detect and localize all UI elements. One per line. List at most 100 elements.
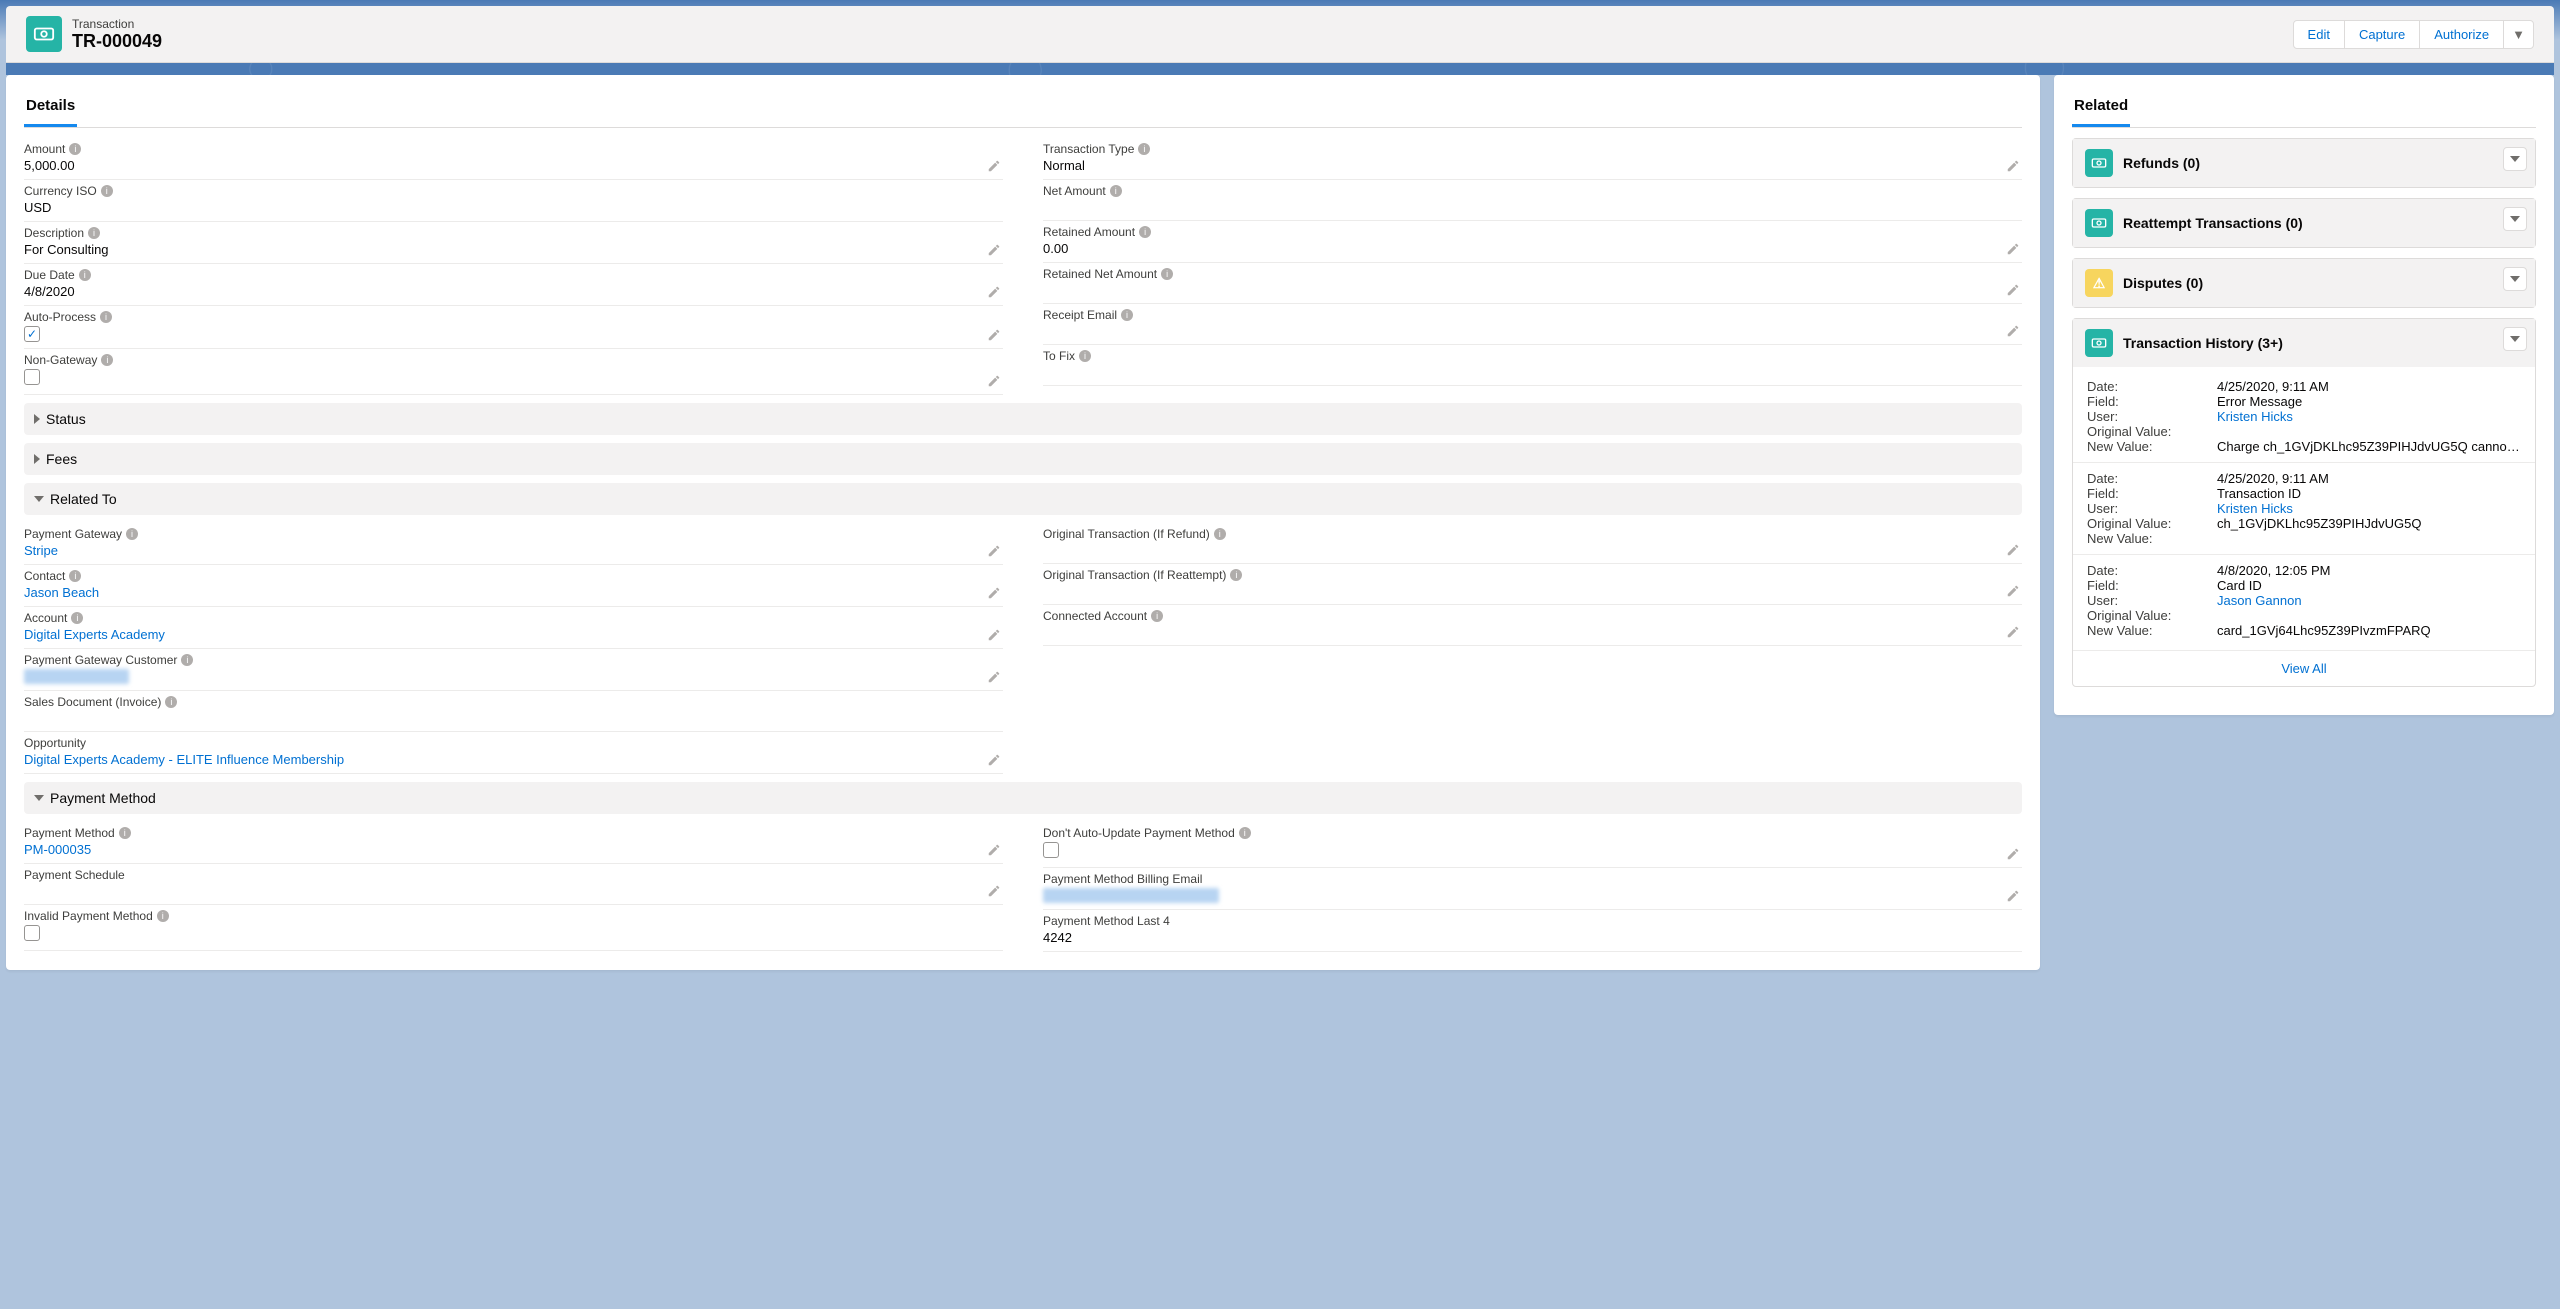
related-dropdown-button[interactable] <box>2503 267 2527 291</box>
edit-pencil-icon[interactable] <box>2006 324 2020 338</box>
authorize-button[interactable]: Authorize <box>2419 20 2504 49</box>
section-status-label: Status <box>46 411 86 427</box>
history-title: Transaction History (3+) <box>2123 335 2283 351</box>
edit-pencil-icon[interactable] <box>987 670 1001 684</box>
info-icon[interactable]: i <box>88 227 100 239</box>
description-value: For Consulting <box>24 240 1003 261</box>
transaction-type-label: Transaction Type <box>1043 142 1134 156</box>
section-payment-method[interactable]: Payment Method <box>24 782 2022 814</box>
field-net-amount: Net Amounti <box>1043 180 2022 221</box>
history-newv-label: New Value: <box>2087 531 2217 546</box>
history-header[interactable]: Transaction History (3+) <box>2073 319 2535 367</box>
amount-label: Amount <box>24 142 65 156</box>
field-pm-last4: Payment Method Last 4 4242 <box>1043 910 2022 952</box>
info-icon[interactable]: i <box>1161 268 1173 280</box>
edit-pencil-icon[interactable] <box>987 843 1001 857</box>
tab-details[interactable]: Details <box>24 93 77 127</box>
edit-pencil-icon[interactable] <box>987 628 1001 642</box>
sales-doc-value <box>24 709 1003 729</box>
field-account: Accounti Digital Experts Academy <box>24 607 1003 649</box>
pm-billing-email-label: Payment Method Billing Email <box>1043 872 1202 886</box>
history-field-value: Transaction ID <box>2217 486 2521 501</box>
history-item: Date:4/25/2020, 9:11 AM Field:Error Mess… <box>2073 371 2535 462</box>
dont-auto-update-checkbox[interactable] <box>1043 842 1059 858</box>
payment-schedule-label: Payment Schedule <box>24 868 125 882</box>
info-icon[interactable]: i <box>1214 528 1226 540</box>
info-icon[interactable]: i <box>1239 827 1251 839</box>
history-user-link[interactable]: Jason Gannon <box>2217 593 2302 608</box>
info-icon[interactable]: i <box>126 528 138 540</box>
info-icon[interactable]: i <box>1139 226 1151 238</box>
info-icon[interactable]: i <box>165 696 177 708</box>
opportunity-label: Opportunity <box>24 736 86 750</box>
info-icon[interactable]: i <box>69 570 81 582</box>
info-icon[interactable]: i <box>1110 185 1122 197</box>
info-icon[interactable]: i <box>157 910 169 922</box>
edit-button[interactable]: Edit <box>2293 20 2345 49</box>
edit-pencil-icon[interactable] <box>987 159 1001 173</box>
payment-schedule-value <box>24 882 1003 902</box>
related-reattempt[interactable]: Reattempt Transactions (0) <box>2072 198 2536 248</box>
tab-related[interactable]: Related <box>2072 93 2130 127</box>
history-newv-label: New Value: <box>2087 439 2217 454</box>
non-gateway-checkbox[interactable] <box>24 369 40 385</box>
field-receipt-email: Receipt Emaili <box>1043 304 2022 345</box>
history-user-link[interactable]: Kristen Hicks <box>2217 501 2293 516</box>
edit-pencil-icon[interactable] <box>2006 625 2020 639</box>
edit-pencil-icon[interactable] <box>2006 242 2020 256</box>
edit-pencil-icon[interactable] <box>987 374 1001 388</box>
info-icon[interactable]: i <box>101 185 113 197</box>
info-icon[interactable]: i <box>119 827 131 839</box>
history-user-link[interactable]: Kristen Hicks <box>2217 409 2293 424</box>
section-fees[interactable]: Fees <box>24 443 2022 475</box>
info-icon[interactable]: i <box>71 612 83 624</box>
info-icon[interactable]: i <box>1230 569 1242 581</box>
auto-process-checkbox[interactable] <box>24 326 40 342</box>
invalid-pm-checkbox[interactable] <box>24 925 40 941</box>
payment-gateway-link[interactable]: Stripe <box>24 543 58 558</box>
view-all-link[interactable]: View All <box>2281 661 2326 676</box>
info-icon[interactable]: i <box>101 354 113 366</box>
history-icon <box>2085 329 2113 357</box>
edit-pencil-icon[interactable] <box>2006 889 2020 903</box>
info-icon[interactable]: i <box>1138 143 1150 155</box>
contact-link[interactable]: Jason Beach <box>24 585 99 600</box>
edit-pencil-icon[interactable] <box>2006 283 2020 297</box>
info-icon[interactable]: i <box>100 311 112 323</box>
related-refunds[interactable]: Refunds (0) <box>2072 138 2536 188</box>
info-icon[interactable]: i <box>1121 309 1133 321</box>
capture-button[interactable]: Capture <box>2344 20 2420 49</box>
edit-pencil-icon[interactable] <box>2006 159 2020 173</box>
history-date-label: Date: <box>2087 379 2217 394</box>
edit-pencil-icon[interactable] <box>2006 584 2020 598</box>
history-orig-label: Original Value: <box>2087 516 2217 531</box>
more-actions-button[interactable]: ▼ <box>2503 20 2534 49</box>
info-icon[interactable]: i <box>1079 350 1091 362</box>
payment-method-link[interactable]: PM-000035 <box>24 842 91 857</box>
section-related-to[interactable]: Related To <box>24 483 2022 515</box>
edit-pencil-icon[interactable] <box>2006 543 2020 557</box>
edit-pencil-icon[interactable] <box>987 285 1001 299</box>
info-icon[interactable]: i <box>69 143 81 155</box>
related-dropdown-button[interactable] <box>2503 327 2527 351</box>
edit-pencil-icon[interactable] <box>2006 847 2020 861</box>
opportunity-link[interactable]: Digital Experts Academy - ELITE Influenc… <box>24 752 344 767</box>
account-link[interactable]: Digital Experts Academy <box>24 627 165 642</box>
edit-pencil-icon[interactable] <box>987 544 1001 558</box>
connected-account-value <box>1043 623 2022 643</box>
edit-pencil-icon[interactable] <box>987 753 1001 767</box>
section-status[interactable]: Status <box>24 403 2022 435</box>
info-icon[interactable]: i <box>1151 610 1163 622</box>
history-date-label: Date: <box>2087 471 2217 486</box>
related-dropdown-button[interactable] <box>2503 147 2527 171</box>
edit-pencil-icon[interactable] <box>987 243 1001 257</box>
details-right-col: Transaction Typei Normal Net Amounti Ret… <box>1043 138 2022 395</box>
edit-pencil-icon[interactable] <box>987 586 1001 600</box>
info-icon[interactable]: i <box>181 654 193 666</box>
due-date-label: Due Date <box>24 268 75 282</box>
edit-pencil-icon[interactable] <box>987 328 1001 342</box>
related-dropdown-button[interactable] <box>2503 207 2527 231</box>
related-disputes[interactable]: ⚠ Disputes (0) <box>2072 258 2536 308</box>
info-icon[interactable]: i <box>79 269 91 281</box>
edit-pencil-icon[interactable] <box>987 884 1001 898</box>
